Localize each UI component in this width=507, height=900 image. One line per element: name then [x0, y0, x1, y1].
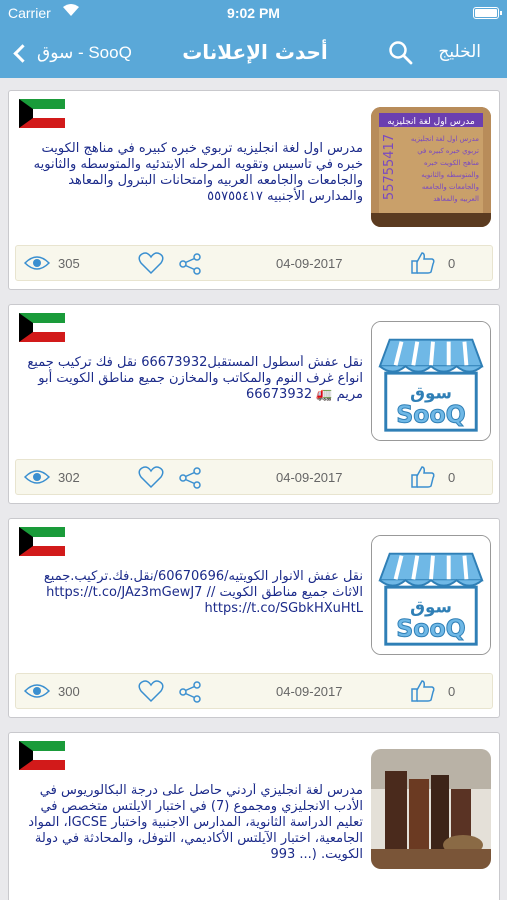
svg-text:والجامعات والجامعه: والجامعات والجامعه	[422, 183, 479, 191]
back-button[interactable]: سوق - SooQ	[12, 38, 132, 68]
views-count: 300	[58, 684, 80, 699]
thumbs-up-icon[interactable]	[410, 678, 436, 704]
likes-count: 0	[448, 256, 456, 271]
thumb-caption: مدرس اول لغة انجليزيه	[387, 117, 475, 127]
listing-footer: 302 04-09-2017 0	[15, 459, 493, 495]
eye-icon	[24, 256, 50, 270]
kuwait-flag-icon	[19, 741, 65, 770]
listing-description[interactable]: مدرس لغة انجليزي أردني حاصل على درجة الب…	[21, 783, 363, 871]
status-bar: Carrier 9:02 PM	[0, 0, 507, 28]
listing-card[interactable]: سوق SooQ نقل عفش أسطول المستقبل66673932 …	[8, 304, 500, 504]
page-title: أحدث الإعلانات	[182, 40, 328, 64]
thumb-phone: 55755417	[382, 134, 397, 200]
svg-text:SooQ: SooQ	[396, 400, 465, 428]
listing-footer: 305 04-09-2017 0	[15, 245, 493, 281]
eye-icon	[24, 684, 50, 698]
share-icon[interactable]	[178, 466, 202, 490]
back-button-label: سوق - SooQ	[37, 43, 132, 62]
views-count: 302	[58, 470, 80, 485]
listing-description[interactable]: نقل عفش الانوار الكويتيه/60670696/نقل.فك…	[21, 569, 363, 657]
navigation-bar: سوق - SooQ أحدث الإعلانات الخليج	[0, 28, 507, 78]
heart-icon[interactable]	[138, 465, 164, 489]
region-button[interactable]: الخليج	[438, 42, 481, 62]
likes-count: 0	[448, 684, 456, 699]
listing-date: 04-09-2017	[276, 684, 343, 699]
likes-count: 0	[448, 470, 456, 485]
kuwait-flag-icon	[19, 99, 65, 128]
views-count: 305	[58, 256, 80, 271]
thumbs-up-icon[interactable]	[410, 464, 436, 490]
listing-description[interactable]: مدرس اول لغة انجليزيه تربوي خبره كبيره ف…	[21, 141, 363, 229]
listing-card[interactable]: مدرس لغة انجليزي أردني حاصل على درجة الب…	[8, 732, 500, 900]
listing-footer: 300 04-09-2017 0	[15, 673, 493, 709]
listing-thumbnail[interactable]: سوق SooQ	[371, 321, 491, 441]
listing-date: 04-09-2017	[276, 470, 343, 485]
listing-thumbnail[interactable]	[371, 749, 491, 869]
svg-text:العربيه والمعاهد: العربيه والمعاهد	[433, 195, 479, 203]
listing-card[interactable]: مدرس اول لغة انجليزيه مدرس اول لغة انجلي…	[8, 90, 500, 290]
svg-text:تربوي خبره كبيره في: تربوي خبره كبيره في	[417, 147, 479, 155]
heart-icon[interactable]	[138, 679, 164, 703]
share-icon[interactable]	[178, 252, 202, 276]
kuwait-flag-icon	[19, 313, 65, 342]
chevron-left-icon	[13, 43, 32, 63]
svg-text:مدرس اول لغة انجليزيه: مدرس اول لغة انجليزيه	[411, 135, 479, 143]
heart-icon[interactable]	[138, 251, 164, 275]
listing-thumbnail[interactable]: سوق SooQ	[371, 535, 491, 655]
kuwait-flag-icon	[19, 527, 65, 556]
svg-text:مناهج الكويت خبره: مناهج الكويت خبره	[424, 159, 479, 167]
search-icon[interactable]	[388, 40, 414, 66]
share-icon[interactable]	[178, 680, 202, 704]
listing-description[interactable]: نقل عفش أسطول المستقبل66673932 نقل فك تر…	[21, 355, 363, 443]
eye-icon	[24, 470, 50, 484]
listing-card[interactable]: سوق SooQ نقل عفش الانوار الكويتيه/606706…	[8, 518, 500, 718]
svg-text:والمتوسطه والثانويه: والمتوسطه والثانويه	[421, 171, 479, 179]
thumbs-up-icon[interactable]	[410, 250, 436, 276]
status-time: 9:02 PM	[227, 5, 280, 21]
battery-icon	[473, 7, 502, 19]
listing-thumbnail[interactable]: مدرس اول لغة انجليزيه مدرس اول لغة انجلي…	[371, 107, 491, 227]
svg-text:SooQ: SooQ	[396, 614, 465, 642]
listing-date: 04-09-2017	[276, 256, 343, 271]
